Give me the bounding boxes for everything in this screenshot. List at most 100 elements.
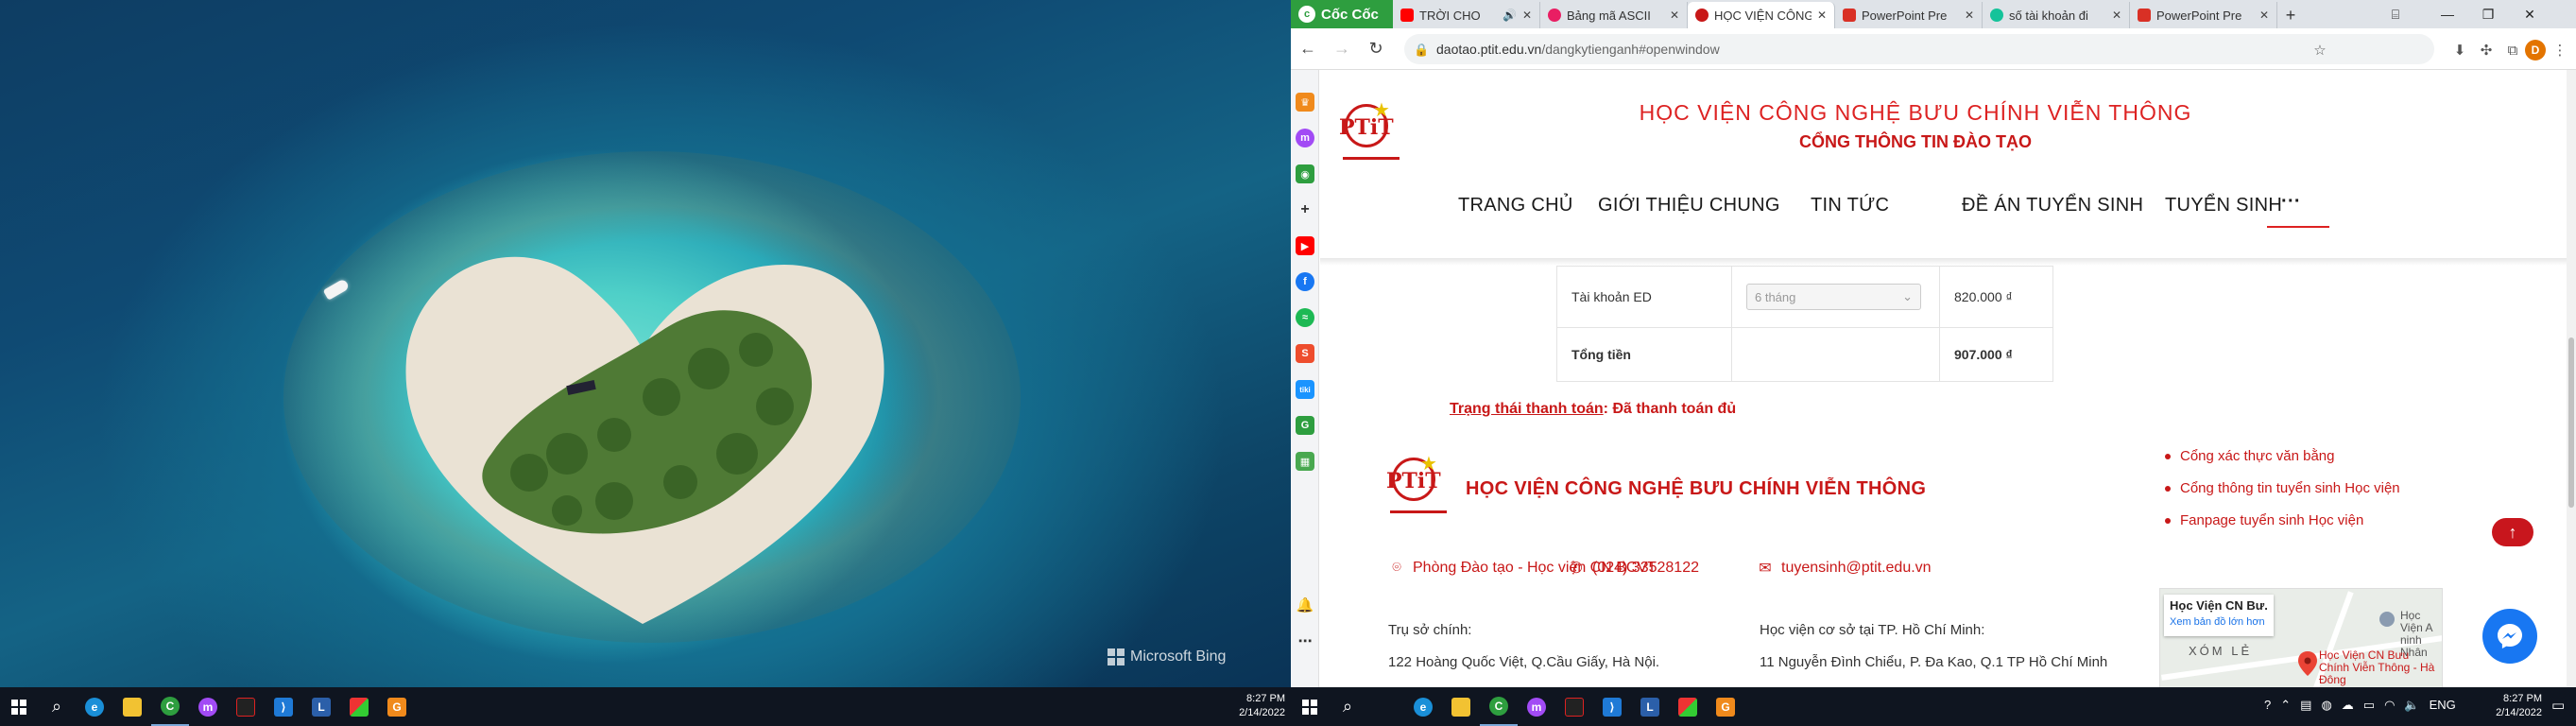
address-bar[interactable]: 🔒 daotao.ptit.edu.vn /dangkytienganh#ope… bbox=[1404, 34, 2434, 64]
nav-item-home[interactable]: TRANG CHỦ bbox=[1458, 195, 1573, 216]
tab-title: HỌC VIỆN CÔNG bbox=[1714, 8, 1812, 23]
speaker-icon[interactable]: 🔊 bbox=[1503, 9, 1517, 22]
taskbar-edge[interactable]: e bbox=[76, 687, 113, 726]
link-fanpage[interactable]: Fanpage tuyển sinh Học viện bbox=[2163, 512, 2400, 528]
reload-button[interactable]: ↻ bbox=[1359, 32, 1393, 66]
wifi-icon[interactable]: ◠ bbox=[2384, 698, 2395, 713]
new-tab-button[interactable]: + bbox=[2277, 2, 2304, 28]
shopee-icon[interactable]: S bbox=[1296, 344, 1314, 363]
youtube-icon bbox=[1400, 9, 1414, 22]
taskbar-lx[interactable]: L bbox=[302, 687, 340, 726]
facebook-icon[interactable]: f bbox=[1296, 272, 1314, 291]
profile-avatar[interactable]: D bbox=[2525, 40, 2546, 60]
messenger-chat-button[interactable] bbox=[2482, 609, 2537, 664]
close-icon[interactable]: ✕ bbox=[2259, 9, 2269, 22]
tray-app-icon-3[interactable]: ☁ bbox=[2342, 698, 2354, 713]
close-window-button[interactable]: ✕ bbox=[2512, 0, 2548, 28]
messenger-icon[interactable]: m bbox=[1296, 129, 1314, 147]
start-button[interactable] bbox=[0, 687, 38, 726]
tiki-icon[interactable]: tiki bbox=[1296, 380, 1314, 399]
menu-icon[interactable]: ⋮ bbox=[2550, 40, 2570, 60]
taskbar-clock-right[interactable]: 8:27 PM 2/14/2022 bbox=[2485, 692, 2542, 720]
battery-icon[interactable]: ▭ bbox=[2363, 698, 2375, 713]
more-icon[interactable]: ⋯ bbox=[1296, 631, 1314, 650]
youtube-icon[interactable]: ▶ bbox=[1296, 236, 1314, 255]
close-icon[interactable]: ✕ bbox=[1670, 9, 1679, 22]
taskbar-orange-app[interactable]: G bbox=[1707, 687, 1744, 726]
bookmark-star-icon[interactable]: ☆ bbox=[2310, 40, 2330, 60]
back-button[interactable]: ← bbox=[1291, 32, 1325, 66]
volume-icon[interactable]: 🔈 bbox=[2404, 698, 2419, 713]
game-icon[interactable]: ◉ bbox=[1296, 164, 1314, 183]
tray-app-icon-2[interactable]: ◍ bbox=[2321, 698, 2331, 713]
taskbar-grid-app[interactable] bbox=[1669, 687, 1707, 726]
close-icon[interactable]: ✕ bbox=[2112, 9, 2121, 22]
coccoc-menu-button[interactable]: c Cốc Cốc bbox=[1291, 0, 1393, 28]
map-view-larger-link[interactable]: Xem bản đồ lớn hơn bbox=[2170, 616, 2268, 628]
minimize-button[interactable]: — bbox=[2430, 0, 2465, 28]
help-icon[interactable]: ? bbox=[2264, 698, 2271, 713]
tab-1[interactable]: TRỜI CHO 🔊 ✕ bbox=[1393, 2, 1540, 28]
search-button[interactable]: ⌕ bbox=[38, 687, 76, 726]
contact-phone[interactable]: ✆ (024) 33528122 bbox=[1568, 560, 1699, 577]
grammarly-icon[interactable]: G bbox=[1296, 416, 1314, 435]
taskbar-vscode[interactable]: ⟩ bbox=[1593, 687, 1631, 726]
tab-4[interactable]: PowerPoint Pre ✕ bbox=[1835, 2, 1983, 28]
download-icon[interactable]: ⬇ bbox=[2449, 40, 2470, 60]
forward-button[interactable]: → bbox=[1325, 32, 1359, 66]
taskbar-explorer[interactable] bbox=[1442, 687, 1480, 726]
crown-icon[interactable]: ♛ bbox=[1296, 93, 1314, 112]
taskbar-grid-app[interactable] bbox=[340, 687, 378, 726]
bell-icon[interactable]: 🔔 bbox=[1296, 596, 1314, 614]
taskbar-clock-left[interactable]: 8:27 PM 2/14/2022 bbox=[1219, 692, 1285, 720]
taskbar-edge[interactable]: e bbox=[1404, 687, 1442, 726]
scroll-to-top-button[interactable]: ↑ bbox=[2492, 518, 2533, 546]
taskbar-messenger[interactable]: m bbox=[189, 687, 227, 726]
nav-item-about[interactable]: GIỚI THIỆU CHUNG bbox=[1598, 195, 1780, 216]
taskbar-vscode[interactable]: ⟩ bbox=[265, 687, 302, 726]
scrollbar-thumb[interactable] bbox=[2568, 337, 2574, 508]
nav-item-more[interactable]: ··· bbox=[2281, 191, 2301, 213]
close-icon[interactable]: ✕ bbox=[1965, 9, 1974, 22]
tray-chevron-icon[interactable]: ⌃ bbox=[2280, 698, 2291, 713]
nav-item-news[interactable]: TIN TỨC bbox=[1811, 195, 1889, 216]
tab-3[interactable]: HỌC VIỆN CÔNG ✕ bbox=[1688, 2, 1835, 28]
link-diploma-verify[interactable]: Cổng xác thực văn bằng bbox=[2163, 448, 2400, 464]
taskbar-app-red[interactable] bbox=[1555, 687, 1593, 726]
language-indicator[interactable]: ENG bbox=[2430, 698, 2456, 713]
restore-button[interactable]: ❐ bbox=[2470, 0, 2506, 28]
tab-5[interactable]: số tài khoản đi ✕ bbox=[1983, 2, 2130, 28]
nav-item-admission-plan[interactable]: ĐỀ ÁN TUYỂN SINH bbox=[1962, 195, 2143, 216]
taskbar-lx[interactable]: L bbox=[1631, 687, 1669, 726]
taskbar-coccoc[interactable]: C bbox=[1480, 687, 1518, 726]
extension-icon[interactable]: ✣ bbox=[2476, 40, 2497, 60]
spotify-icon[interactable]: ≈ bbox=[1296, 308, 1314, 327]
notification-icon[interactable]: ▭ bbox=[2551, 697, 2565, 714]
taskbar-coccoc[interactable]: C bbox=[151, 687, 189, 726]
start-button[interactable] bbox=[1291, 687, 1329, 726]
footer-ptit-logo[interactable]: PTiT ★ bbox=[1384, 444, 1458, 529]
ptit-logo[interactable]: PTiT ★ bbox=[1337, 91, 1411, 176]
tab-2[interactable]: Bảng mã ASCII ✕ bbox=[1540, 2, 1688, 28]
extensions-puzzle-icon[interactable]: ⧉ bbox=[2502, 40, 2523, 60]
close-icon[interactable]: ✕ bbox=[1817, 9, 1827, 22]
tab-search-icon[interactable]: ⌸ bbox=[2378, 0, 2413, 28]
app-icon bbox=[1565, 697, 1584, 717]
page-scrollbar[interactable] bbox=[2567, 70, 2576, 687]
taskbar-app-red[interactable] bbox=[227, 687, 265, 726]
contact-email[interactable]: ✉ tuyensinh@ptit.edu.vn bbox=[1757, 560, 1931, 577]
nav-item-admission[interactable]: TUYỂN SINH bbox=[2165, 195, 2282, 216]
star-icon: ★ bbox=[1373, 100, 1390, 121]
duration-select[interactable]: 6 tháng ⌄ bbox=[1746, 284, 1921, 310]
taskbar-orange-app[interactable]: G bbox=[378, 687, 416, 726]
close-icon[interactable]: ✕ bbox=[1522, 9, 1532, 22]
taskbar-messenger[interactable]: m bbox=[1518, 687, 1555, 726]
search-button[interactable]: ⌕ bbox=[1329, 687, 1366, 726]
embedded-map[interactable]: Học Viện CN Bư... Xem bản đồ lớn hơn Học… bbox=[2159, 588, 2443, 687]
tab-6[interactable]: PowerPoint Pre ✕ bbox=[2130, 2, 2277, 28]
sheet-icon[interactable]: ▦ bbox=[1296, 452, 1314, 471]
link-admission-portal[interactable]: Cổng thông tin tuyển sinh Học viện bbox=[2163, 480, 2400, 496]
tray-app-icon[interactable]: ▤ bbox=[2300, 698, 2311, 713]
taskbar-explorer[interactable] bbox=[113, 687, 151, 726]
add-icon[interactable]: + bbox=[1296, 200, 1314, 219]
